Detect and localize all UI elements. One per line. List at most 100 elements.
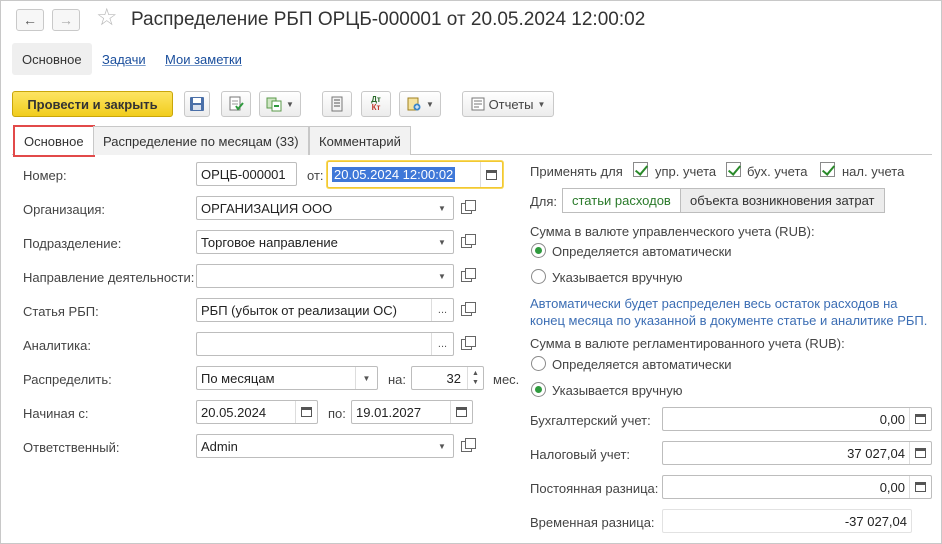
- permanent-diff-value: 0,00: [879, 479, 905, 495]
- forward-button[interactable]: →: [52, 9, 80, 31]
- months-on-label: на:: [388, 372, 407, 387]
- end-date-field[interactable]: 19.01.2027: [351, 400, 473, 424]
- checkbox-tax-label: нал. учета: [842, 164, 905, 179]
- chevron-down-icon[interactable]: ▼: [431, 197, 453, 219]
- checkbox-tax[interactable]: [820, 162, 835, 177]
- list-icon: [331, 96, 343, 112]
- calculator-button[interactable]: [909, 408, 931, 430]
- organization-value: ОРГАНИЗАЦИЯ ООО: [201, 200, 333, 216]
- chevron-down-icon[interactable]: ▼: [431, 265, 453, 287]
- chevron-down-icon[interactable]: ▼: [431, 435, 453, 457]
- open-article-button[interactable]: [456, 298, 476, 322]
- department-label: Подразделение:: [23, 236, 122, 251]
- open-responsible-button[interactable]: [456, 434, 476, 458]
- open-icon: [460, 437, 476, 452]
- save-icon: [190, 97, 204, 111]
- calculator-button[interactable]: [909, 442, 931, 464]
- radio-mgmt-auto[interactable]: [531, 243, 546, 258]
- department-field[interactable]: Торговое направление ▼: [196, 230, 454, 254]
- permanent-diff-field[interactable]: 0,00: [662, 475, 932, 499]
- tab-monthly-distribution[interactable]: Распределение по месяцам (33): [93, 126, 309, 155]
- temporary-diff-value: -37 027,04: [844, 513, 907, 529]
- start-date-field[interactable]: 20.05.2024: [196, 400, 318, 424]
- tax-value: 37 027,04: [847, 445, 905, 461]
- calendar-button[interactable]: [480, 162, 502, 187]
- calculator-button[interactable]: [909, 476, 931, 498]
- chevron-up-icon[interactable]: ▲: [472, 369, 479, 378]
- post-button[interactable]: [221, 91, 251, 117]
- calendar-button[interactable]: [295, 401, 317, 423]
- stepper-arrows[interactable]: ▲ ▼: [467, 367, 483, 389]
- direction-field[interactable]: ▼: [196, 264, 454, 288]
- distribute-label: Распределить:: [23, 372, 112, 387]
- save-button[interactable]: [184, 91, 210, 117]
- checkbox-accounting[interactable]: [726, 162, 741, 177]
- chevron-down-icon[interactable]: ▼: [431, 231, 453, 253]
- create-based-on-button[interactable]: ▼: [259, 91, 301, 117]
- open-department-button[interactable]: [456, 230, 476, 254]
- attachments-button[interactable]: ▼: [399, 91, 441, 117]
- open-icon: [460, 199, 476, 214]
- for-expense-article-toggle[interactable]: статьи расходов: [562, 188, 681, 213]
- organization-field[interactable]: ОРГАНИЗАЦИЯ ООО ▼: [196, 196, 454, 220]
- date-from-label: от:: [307, 168, 324, 183]
- select-button[interactable]: ...: [431, 299, 453, 321]
- temporary-diff-label: Временная разница:: [530, 515, 655, 530]
- for-cost-object-toggle[interactable]: объекта возникновения затрат: [680, 188, 885, 213]
- chevron-down-icon[interactable]: ▼: [472, 378, 479, 387]
- number-value: ОРЦБ-000001: [201, 166, 286, 182]
- debit-credit-button[interactable]: Дт Кт: [361, 91, 391, 117]
- section-notes[interactable]: Мои заметки: [155, 43, 252, 75]
- radio-mgmt-manual[interactable]: [531, 269, 546, 284]
- checkbox-mgmt[interactable]: [633, 162, 648, 177]
- tab-comment[interactable]: Комментарий: [309, 126, 411, 155]
- responsible-label: Ответственный:: [23, 440, 120, 455]
- organization-label: Организация:: [23, 202, 106, 217]
- checkbox-mgmt-label: упр. учета: [655, 164, 717, 179]
- end-date-label: по:: [328, 406, 346, 421]
- tax-field[interactable]: 37 027,04: [662, 441, 932, 465]
- radio-reg-manual-label: Указывается вручную: [552, 383, 683, 398]
- section-tasks[interactable]: Задачи: [92, 43, 156, 75]
- page-title: Распределение РБП ОРЦБ-000001 от 20.05.2…: [131, 9, 646, 30]
- document-journal-button[interactable]: [322, 91, 352, 117]
- open-icon: [460, 335, 476, 350]
- reports-button[interactable]: Отчеты ▼: [462, 91, 554, 117]
- radio-reg-manual[interactable]: [531, 382, 546, 397]
- post-and-close-button[interactable]: Провести и закрыть: [12, 91, 173, 117]
- section-main[interactable]: Основное: [12, 43, 92, 75]
- accounting-field[interactable]: 0,00: [662, 407, 932, 431]
- date-field[interactable]: 20.05.2024 12:00:02: [327, 161, 503, 188]
- date-value: 20.05.2024 12:00:02: [332, 167, 456, 182]
- tab-main[interactable]: Основное: [13, 125, 95, 157]
- back-button[interactable]: ←: [16, 9, 44, 31]
- arrow-right-icon: →: [59, 12, 73, 28]
- distribute-select[interactable]: По месяцам ▼: [196, 366, 378, 390]
- debit-credit-icon: Дт Кт: [371, 95, 381, 112]
- months-stepper[interactable]: 32 ▲ ▼: [411, 366, 484, 390]
- select-button[interactable]: ...: [431, 333, 453, 355]
- number-label: Номер:: [23, 168, 67, 183]
- star-icon[interactable]: ☆: [96, 6, 118, 30]
- radio-reg-auto[interactable]: [531, 356, 546, 371]
- article-field[interactable]: РБП (убыток от реализации ОС)...: [196, 298, 454, 322]
- department-value: Торговое направление: [201, 234, 338, 250]
- calendar-button[interactable]: [450, 401, 472, 423]
- distribute-value: По месяцам: [201, 370, 275, 386]
- start-date-value: 20.05.2024: [201, 404, 267, 420]
- open-icon: [460, 267, 476, 282]
- permanent-diff-label: Постоянная разница:: [530, 481, 659, 496]
- analytics-field[interactable]: ...: [196, 332, 454, 356]
- temporary-diff-field: -37 027,04: [662, 509, 912, 533]
- info-line-1: Автоматически будет распределен весь ост…: [530, 296, 898, 311]
- number-field[interactable]: ОРЦБ-000001: [196, 162, 297, 186]
- for-label: Для:: [530, 194, 558, 209]
- chevron-down-icon[interactable]: ▼: [355, 367, 377, 389]
- calendar-icon: [456, 407, 467, 417]
- chevron-down-icon: ▼: [537, 99, 546, 109]
- open-analytics-button[interactable]: [456, 332, 476, 356]
- open-direction-button[interactable]: [456, 264, 476, 288]
- responsible-field[interactable]: Admin ▼: [196, 434, 454, 458]
- open-organization-button[interactable]: [456, 196, 476, 220]
- responsible-value: Admin: [201, 438, 238, 454]
